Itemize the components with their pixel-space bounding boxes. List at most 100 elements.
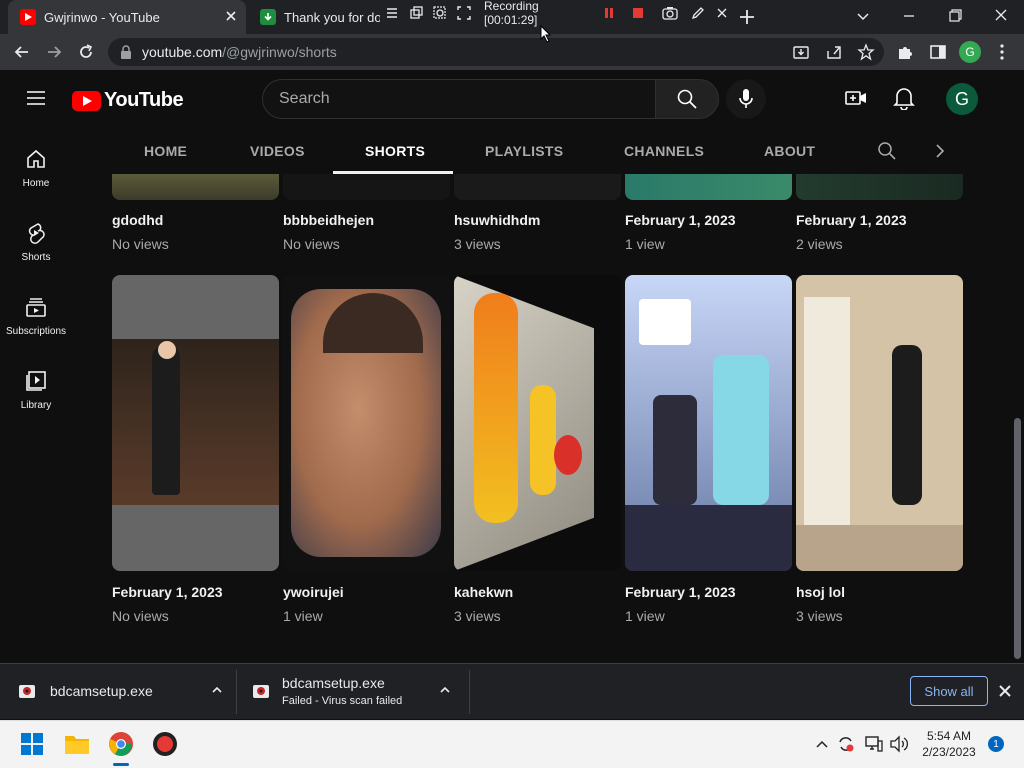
- camera-icon[interactable]: [662, 6, 678, 20]
- minimize-icon[interactable]: [898, 6, 920, 26]
- sidebar-item-shorts[interactable]: Shorts: [0, 222, 72, 263]
- youtube-favicon-icon: [20, 9, 36, 25]
- short-thumbnail[interactable]: [283, 275, 450, 571]
- back-arrow-icon[interactable]: [12, 42, 32, 62]
- tab-search-chevron-icon[interactable]: [852, 6, 874, 26]
- search-input[interactable]: Search: [262, 79, 656, 119]
- pause-icon[interactable]: [602, 6, 616, 20]
- short-thumbnail[interactable]: [796, 275, 963, 571]
- short-thumbnail[interactable]: [625, 174, 792, 200]
- sync-icon[interactable]: [836, 734, 856, 754]
- show-all-downloads-button[interactable]: Show all: [910, 676, 988, 706]
- youtube-play-logo-icon: [72, 90, 101, 111]
- download-filename: bdcamsetup.exe: [282, 675, 385, 691]
- tab-youtube[interactable]: Gwjrinwo - YouTube: [8, 0, 246, 34]
- reload-icon[interactable]: [76, 42, 96, 62]
- chevron-right-icon[interactable]: [930, 141, 950, 161]
- subscriptions-icon: [26, 298, 46, 317]
- install-app-icon[interactable]: [792, 43, 810, 61]
- short-title[interactable]: gdodhd: [112, 212, 163, 228]
- short-title[interactable]: February 1, 2023: [625, 584, 736, 600]
- chevron-up-icon[interactable]: [210, 683, 224, 697]
- create-video-icon[interactable]: [845, 88, 867, 108]
- search-icon: [677, 89, 697, 109]
- short-views: 1 view: [625, 608, 665, 624]
- tab-playlists[interactable]: PLAYLISTS: [485, 143, 563, 159]
- bookmark-star-icon[interactable]: [857, 43, 875, 61]
- fullscreen-region-icon[interactable]: [457, 6, 471, 20]
- sidebar-item-subscriptions[interactable]: Subscriptions: [0, 296, 72, 337]
- new-tab-icon[interactable]: [737, 7, 757, 27]
- clock-time: 5:54 AM: [926, 729, 972, 743]
- network-icon[interactable]: [864, 735, 884, 753]
- bandicam-file-icon: [18, 682, 36, 700]
- close-shelf-icon[interactable]: [998, 684, 1012, 698]
- extensions-puzzle-icon[interactable]: [896, 43, 914, 61]
- notification-badge[interactable]: 1: [988, 736, 1004, 752]
- address-bar[interactable]: youtube.com/@gwjrinwo/shorts: [108, 38, 884, 66]
- short-thumbnail[interactable]: [112, 275, 279, 571]
- stop-icon[interactable]: [631, 6, 645, 20]
- windows-icon[interactable]: [409, 6, 423, 20]
- short-thumbnail[interactable]: [283, 174, 450, 200]
- tab-home[interactable]: HOME: [144, 143, 187, 159]
- search-button[interactable]: [655, 79, 719, 119]
- short-title[interactable]: ywoirujei: [283, 584, 344, 600]
- tab-download[interactable]: Thank you for dow: [248, 0, 388, 34]
- sidebar-item-home[interactable]: Home: [0, 148, 72, 189]
- short-thumbnail[interactable]: [454, 174, 621, 200]
- short-thumbnail[interactable]: [796, 174, 963, 200]
- windows-start-icon[interactable]: [20, 732, 44, 756]
- account-avatar[interactable]: G: [946, 83, 978, 115]
- system-clock[interactable]: 5:54 AM 2/23/2023: [912, 728, 986, 760]
- youtube-logo-text: YouTube: [104, 89, 184, 111]
- short-title[interactable]: hsuwhidhdm: [454, 212, 540, 228]
- hamburger-menu-icon[interactable]: [26, 88, 46, 108]
- file-explorer-icon[interactable]: [64, 732, 90, 756]
- menu-icon[interactable]: [385, 6, 399, 20]
- pencil-icon[interactable]: [691, 6, 705, 20]
- tab-videos[interactable]: VIDEOS: [250, 143, 305, 159]
- sidebar-item-library[interactable]: Library: [0, 370, 72, 411]
- download-item[interactable]: bdcamsetup.exe: [18, 663, 232, 719]
- close-tab-icon[interactable]: [224, 9, 238, 23]
- tab-about[interactable]: ABOUT: [764, 143, 815, 159]
- tab-shorts[interactable]: SHORTS: [365, 143, 425, 159]
- channel-search-icon[interactable]: [877, 141, 897, 161]
- more-options-icon[interactable]: [994, 43, 1010, 61]
- profile-avatar[interactable]: G: [959, 41, 981, 63]
- restore-icon[interactable]: [944, 6, 966, 26]
- side-panel-icon[interactable]: [929, 43, 947, 61]
- short-title[interactable]: kahekwn: [454, 584, 513, 600]
- download-item-failed[interactable]: bdcamsetup.exe Failed - Virus scan faile…: [252, 663, 458, 719]
- youtube-logo[interactable]: YouTube: [72, 89, 184, 112]
- short-thumbnail[interactable]: [454, 275, 621, 571]
- region-search-icon[interactable]: [433, 6, 447, 20]
- bandicam-taskbar-icon[interactable]: [152, 731, 178, 757]
- lock-icon[interactable]: [120, 45, 132, 59]
- close-recorder-icon[interactable]: [715, 6, 729, 20]
- short-thumbnail[interactable]: [112, 174, 279, 200]
- chrome-taskbar-icon[interactable]: [108, 731, 134, 757]
- volume-icon[interactable]: [889, 735, 909, 753]
- short-title[interactable]: February 1, 2023: [625, 212, 736, 228]
- chevron-up-tray-icon[interactable]: [814, 736, 830, 752]
- close-window-icon[interactable]: [990, 6, 1012, 26]
- forward-arrow-icon[interactable]: [44, 42, 64, 62]
- short-views: 1 view: [283, 608, 323, 624]
- short-title[interactable]: bbbbeidhejen: [283, 212, 374, 228]
- share-icon[interactable]: [825, 43, 843, 61]
- short-thumbnail[interactable]: [625, 275, 792, 571]
- short-title[interactable]: February 1, 2023: [796, 212, 907, 228]
- short-views: 3 views: [796, 608, 843, 624]
- tab-channels[interactable]: CHANNELS: [624, 143, 704, 159]
- short-title[interactable]: February 1, 2023: [112, 584, 223, 600]
- short-views: 3 views: [454, 608, 501, 624]
- notifications-bell-icon[interactable]: [893, 86, 915, 110]
- tab-title: Gwjrinwo - YouTube: [44, 9, 160, 25]
- chevron-up-icon[interactable]: [438, 683, 452, 697]
- short-title[interactable]: hsoj lol: [796, 584, 845, 600]
- scrollbar-thumb[interactable]: [1014, 418, 1021, 659]
- shorts-grid: gdodhd No views bbbbeidhejen No views hs…: [72, 174, 1012, 663]
- voice-search-button[interactable]: [726, 79, 766, 119]
